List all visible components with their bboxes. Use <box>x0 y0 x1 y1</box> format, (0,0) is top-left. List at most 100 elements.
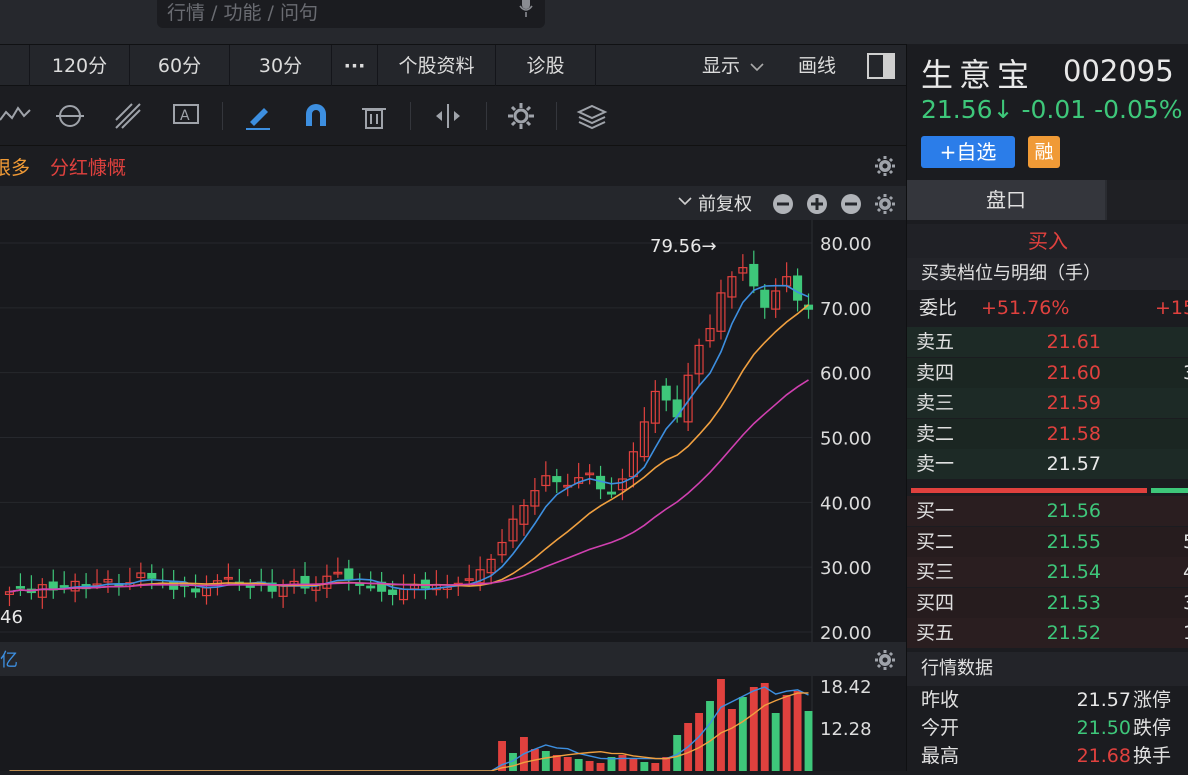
bid-row[interactable]: 买一 21.56 <box>907 496 1188 526</box>
level-price: 21.55 <box>1046 530 1101 553</box>
ma-line <box>9 304 810 593</box>
split-view-icon[interactable] <box>432 100 464 132</box>
more-periods-button[interactable]: ··· <box>332 45 378 87</box>
tag-limit[interactable]: 限多 <box>0 153 30 180</box>
candle-body <box>344 568 354 581</box>
candle-body <box>793 275 803 301</box>
level-qty: 3 <box>1183 358 1188 388</box>
tab-order-book[interactable]: 盘口 <box>907 180 1105 220</box>
candle-body <box>606 491 617 495</box>
candlestick-chart[interactable]: 80.00 70.00 60.00 50.00 40.00 30.00 20.00 79.56… <box>0 220 906 644</box>
level-label: 买一 <box>916 500 955 522</box>
y-tick-label: 20.00 <box>820 623 872 642</box>
level-label: 买二 <box>916 530 955 553</box>
bid-ask-strength-bar <box>911 488 1188 493</box>
ask-row[interactable]: 卖一 21.57 <box>907 449 1188 479</box>
ask-row[interactable]: 卖三 21.59 <box>907 388 1188 418</box>
volume-bar <box>695 713 704 771</box>
level-label: 卖二 <box>916 422 955 445</box>
volume-bar <box>706 701 714 771</box>
volume-bar <box>749 687 758 771</box>
gear-icon[interactable] <box>874 155 896 177</box>
low-marker: 46 <box>0 607 23 628</box>
add-watchlist-button[interactable]: +自选 <box>921 136 1015 168</box>
bid-row[interactable]: 买三 21.54 4 <box>907 557 1188 587</box>
diagnose-button[interactable]: 诊股 <box>496 45 596 87</box>
notice-bar: 限多 分红慷慨 <box>0 146 906 186</box>
level-price: 21.58 <box>1046 422 1101 445</box>
microphone-icon[interactable] <box>519 0 533 18</box>
quote-label-2: 换手 <box>1133 745 1172 767</box>
bid-row[interactable]: 买二 21.55 5 <box>907 526 1188 557</box>
volume-bar <box>727 709 736 771</box>
settings-gear-icon[interactable] <box>505 100 537 132</box>
quote-label: 今开 <box>921 717 960 739</box>
panel-toggle-icon[interactable] <box>866 52 896 80</box>
bid-row[interactable]: 买四 21.53 3 <box>907 587 1188 618</box>
quote-data-title: 行情数据 <box>907 652 1188 686</box>
chevron-down-icon[interactable] <box>678 196 692 206</box>
period-60m-button[interactable]: 60分 <box>130 45 230 87</box>
level-price: 21.52 <box>1046 622 1101 644</box>
line-tool-icon[interactable] <box>0 100 32 132</box>
stock-profile-button[interactable]: 个股资料 <box>378 45 496 87</box>
quote-label-2: 跌停 <box>1133 717 1172 739</box>
level-label: 卖四 <box>916 361 955 384</box>
volume-chart[interactable]: 18.42 12.28 <box>0 676 906 772</box>
volume-bar <box>717 679 725 771</box>
period-toolbar: 120分 60分 30分 ··· 个股资料 诊股 显示 画线 <box>0 44 906 87</box>
y-tick-label: 50.00 <box>820 429 872 450</box>
volume-bar <box>760 683 769 771</box>
trash-icon[interactable] <box>358 100 390 132</box>
level-label: 买四 <box>916 591 955 614</box>
level-qty: 1 <box>1183 618 1188 648</box>
search-box[interactable]: 行情 / 功能 / 问句 <box>157 0 545 28</box>
period-30m-button[interactable]: 30分 <box>230 45 332 87</box>
drawing-toolbar: A <box>0 86 906 146</box>
ask-row[interactable]: 卖四 21.60 3 <box>907 357 1188 388</box>
zoom-out-icon[interactable] <box>772 193 794 215</box>
level-price: 21.54 <box>1046 561 1101 583</box>
draw-line-button[interactable]: 画线 <box>782 45 852 87</box>
zoom-in-icon[interactable] <box>806 193 828 215</box>
level-qty: 5 <box>1183 527 1188 557</box>
quote-value: 21.68 <box>1076 745 1131 767</box>
magnet-tool-icon[interactable] <box>300 100 332 132</box>
bid-row[interactable]: 买五 21.52 1 <box>907 618 1188 648</box>
ask-row[interactable]: 卖五 21.61 <box>907 327 1188 357</box>
candle-body <box>760 289 770 308</box>
margin-tag[interactable]: 融 <box>1028 136 1060 168</box>
last-price: 21.56↓ <box>921 95 1014 124</box>
volume-bar <box>771 713 780 771</box>
gear-icon[interactable] <box>874 193 896 215</box>
order-ratio-row: 委比 +51.76% +15 <box>907 292 1188 324</box>
volume-bar <box>541 751 550 771</box>
volume-bar <box>782 695 791 771</box>
ask-row[interactable]: 卖二 21.58 <box>907 418 1188 449</box>
text-tool-icon[interactable]: A <box>170 100 202 132</box>
y-tick-label: 40.00 <box>820 493 872 514</box>
level-qty: 4 <box>1183 557 1188 587</box>
pen-tool-icon[interactable] <box>242 100 274 132</box>
circle-tool-icon[interactable] <box>54 100 86 132</box>
collapse-icon[interactable] <box>840 193 862 215</box>
level-label: 卖五 <box>916 331 955 353</box>
adjust-mode[interactable]: 前复权 <box>698 190 752 216</box>
fibonacci-tool-icon[interactable] <box>112 100 144 132</box>
tab-next[interactable] <box>1107 180 1188 220</box>
tag-dividend[interactable]: 分红慷慨 <box>50 153 126 180</box>
ratio-value: +51.76% <box>981 297 1070 319</box>
candlestick-svg: 80.00 70.00 60.00 50.00 40.00 30.00 20.00 79.56… <box>0 220 872 644</box>
buy-button[interactable]: 买入 <box>907 224 1188 258</box>
ratio-value-2: +15 <box>1155 297 1188 319</box>
display-dropdown[interactable]: 显示 <box>690 45 776 87</box>
chevron-down-icon <box>750 63 764 72</box>
period-prev[interactable] <box>0 45 30 87</box>
quote-row: 昨收 21.57 涨停 <box>907 686 1188 714</box>
quote-label-2: 涨停 <box>1133 689 1172 711</box>
gear-icon[interactable] <box>874 649 896 671</box>
period-120m-button[interactable]: 120分 <box>30 45 130 87</box>
layers-icon[interactable] <box>576 100 608 132</box>
chart-header: 前复权 <box>0 186 906 220</box>
quote-label: 昨收 <box>921 689 960 711</box>
